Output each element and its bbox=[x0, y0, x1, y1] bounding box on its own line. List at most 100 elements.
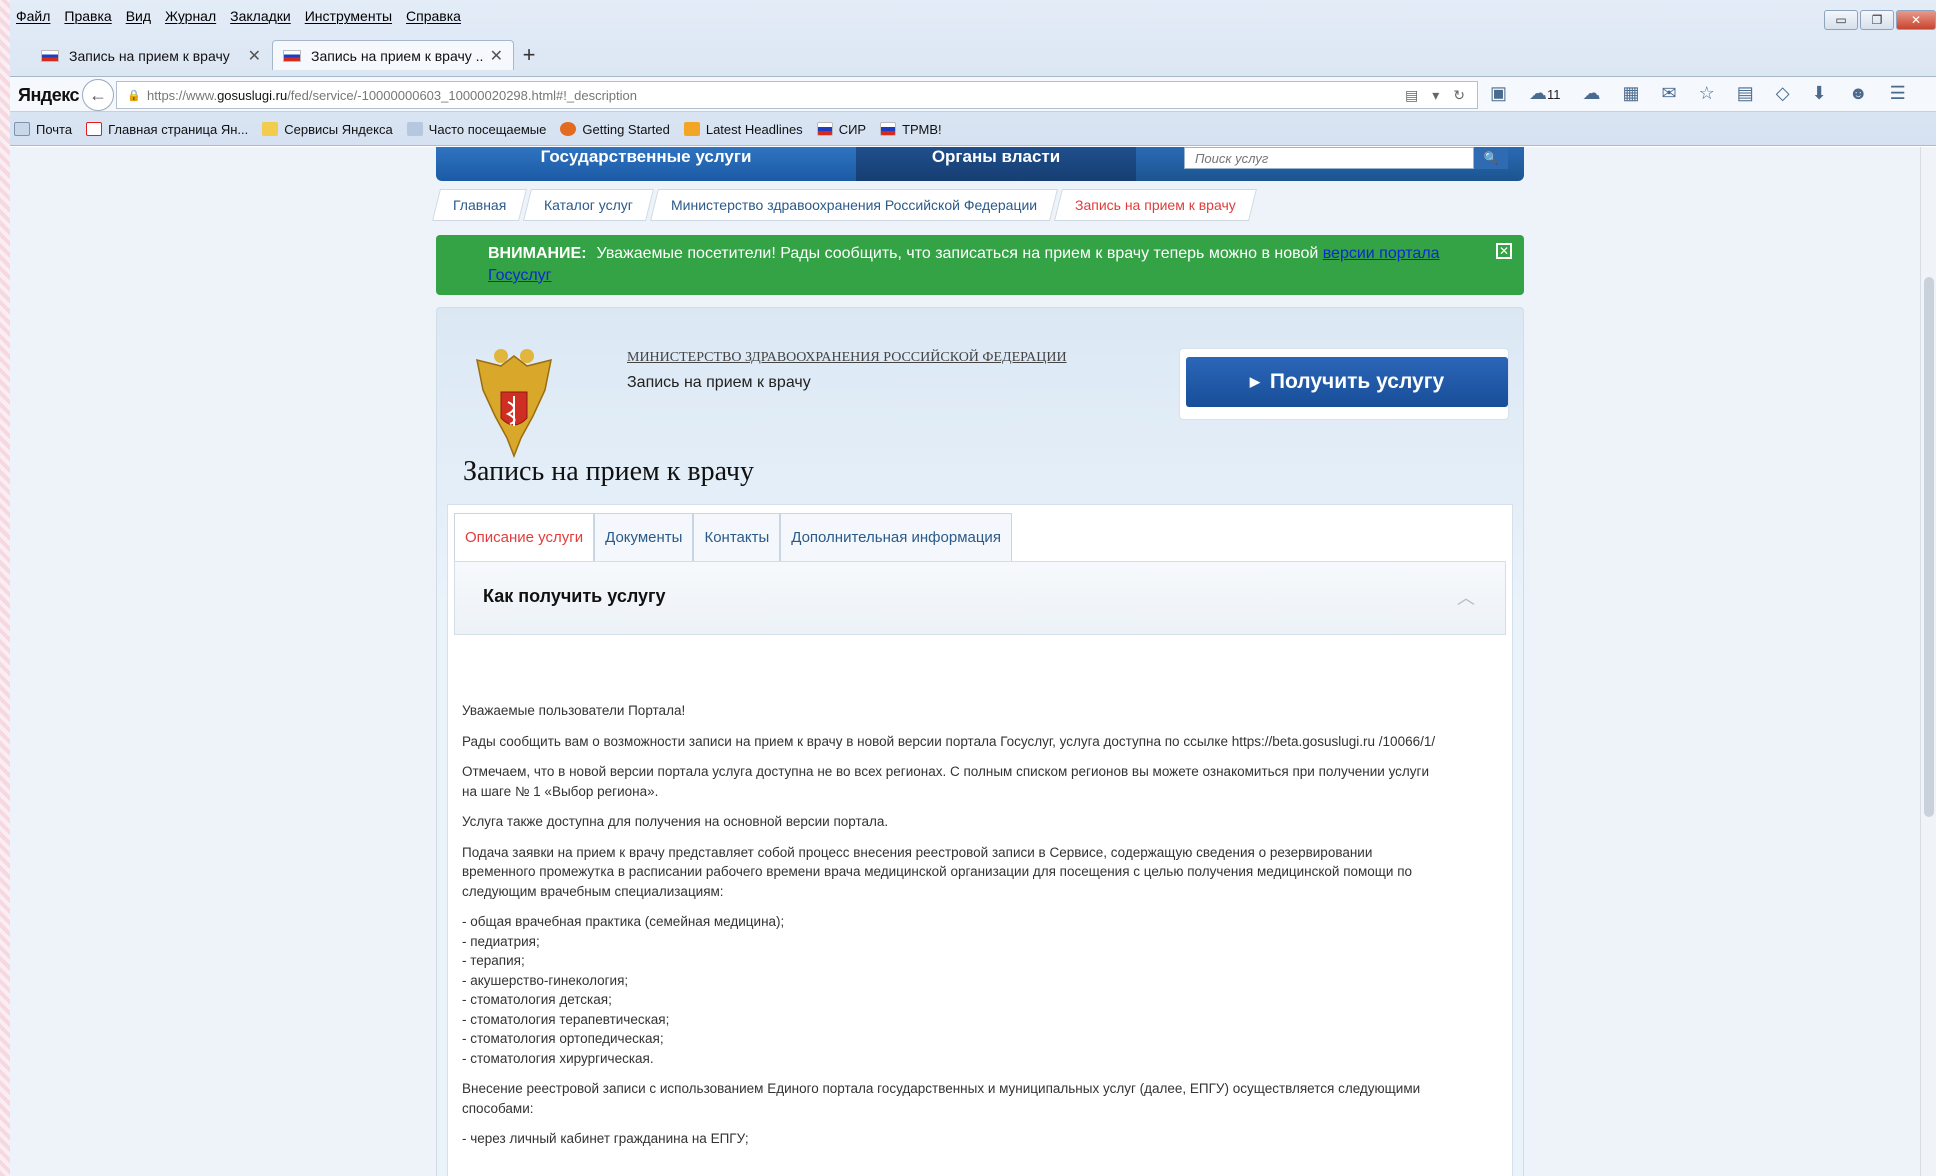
tab-description[interactable]: Описание услуги bbox=[454, 513, 595, 561]
bookmark-star-icon[interactable]: ☆ bbox=[1699, 83, 1715, 104]
nav-search-area: 🔍 bbox=[1136, 147, 1524, 181]
lock-icon: 🔒 bbox=[127, 90, 141, 102]
service-name: Запись на прием к врачу bbox=[627, 374, 811, 391]
menu-file[interactable]: Файл bbox=[16, 8, 50, 30]
bookmark-latest-headlines[interactable]: Latest Headlines bbox=[683, 121, 803, 137]
chat-icon[interactable]: ☻ bbox=[1849, 83, 1868, 104]
how-to-get-accordion[interactable]: Как получить услугу ︿ bbox=[454, 561, 1506, 635]
pocket-icon[interactable]: ◇ bbox=[1776, 83, 1790, 104]
url-text: https://www.gosuslugi.ru/fed/service/-10… bbox=[147, 88, 1405, 103]
breadcrumb-label: Каталог услуг bbox=[544, 197, 634, 213]
screenshot-icon[interactable]: ▣ bbox=[1490, 83, 1507, 104]
address-bar[interactable]: 🔒 https://www.gosuslugi.ru/fed/service/-… bbox=[116, 81, 1478, 109]
bookmark-most-visited[interactable]: Часто посещаемые bbox=[406, 121, 547, 137]
browser-tab[interactable]: Запись на прием к врачу ✕ bbox=[30, 40, 272, 70]
page-title: Запись на прием к врачу bbox=[463, 456, 754, 487]
breadcrumb: Главная Каталог услуг Министерство здрав… bbox=[432, 189, 1258, 221]
bookmark-sir[interactable]: СИР bbox=[816, 121, 867, 137]
menu-bookmarks[interactable]: Закладки bbox=[230, 8, 291, 30]
paragraph: Внесение реестровой записи с использован… bbox=[462, 1081, 1421, 1116]
scrollbar-thumb[interactable] bbox=[1924, 277, 1934, 817]
site-nav: Государственные услуги Органы власти 🔍 bbox=[436, 147, 1524, 181]
browser-chrome: Файл Правка Вид Журнал Закладки Инструме… bbox=[10, 0, 1936, 146]
address-bar-icons: ▤ ▾ ↻ bbox=[1405, 87, 1465, 104]
page-scrollbar[interactable] bbox=[1920, 147, 1936, 1176]
close-tab-icon[interactable]: ✕ bbox=[490, 46, 503, 66]
bookmark-label: Почта bbox=[36, 121, 73, 137]
breadcrumb-catalog[interactable]: Каталог услуг bbox=[523, 189, 655, 221]
ministry-link[interactable]: МИНИСТЕРСТВО ЗДРАВООХРАНЕНИЯ РОССИЙСКОЙ … bbox=[627, 350, 1067, 366]
bookmark-label: Getting Started bbox=[582, 121, 670, 137]
breadcrumb-ministry[interactable]: Министерство здравоохранения Российской … bbox=[650, 189, 1059, 221]
bookmark-label: Часто посещаемые bbox=[428, 121, 547, 137]
menu-edit[interactable]: Правка bbox=[64, 8, 111, 30]
nav-bar: Яндекс ← 🔒 https://www.gosuslugi.ru/fed/… bbox=[10, 76, 1936, 112]
close-window-button[interactable]: ✕ bbox=[1896, 10, 1936, 30]
back-button[interactable]: ← bbox=[82, 79, 114, 111]
tab-documents[interactable]: Документы bbox=[594, 513, 694, 561]
hamburger-menu-icon[interactable]: ☰ bbox=[1890, 83, 1906, 104]
bookmark-label: Главная страница Ян... bbox=[108, 121, 249, 137]
restore-button[interactable]: ❐ bbox=[1860, 10, 1894, 30]
search-button[interactable]: 🔍 bbox=[1474, 147, 1508, 169]
bookmark-yandex-services[interactable]: Сервисы Яндекса bbox=[262, 122, 393, 137]
dropdown-icon[interactable]: ▾ bbox=[1432, 87, 1439, 104]
service-tabs: Описание услуги Документы Контакты Допол… bbox=[454, 513, 1012, 561]
rss-icon bbox=[683, 122, 700, 136]
nav-services[interactable]: Государственные услуги bbox=[436, 147, 856, 181]
url-path: /fed/service/-10000000603_10000020298.ht… bbox=[287, 87, 638, 103]
bookmark-yandex-home[interactable]: Главная страница Ян... bbox=[86, 122, 248, 137]
yandex-logo-text: Яндекс bbox=[18, 85, 80, 105]
search-input[interactable] bbox=[1184, 147, 1474, 169]
chevron-up-icon[interactable]: ︿ bbox=[1457, 584, 1475, 610]
breadcrumb-label: Главная bbox=[453, 197, 507, 213]
menu-view[interactable]: Вид bbox=[126, 8, 151, 30]
new-tab-button[interactable]: + bbox=[514, 40, 544, 70]
menu-help[interactable]: Справка bbox=[406, 8, 461, 30]
menu-tools[interactable]: Инструменты bbox=[305, 8, 392, 30]
weather-temp: 11 bbox=[1547, 87, 1561, 102]
browser-tab-active[interactable]: Запись на прием к врачу ... ✕ bbox=[272, 40, 514, 70]
list-item: - общая врачебная практика (семейная мед… bbox=[462, 914, 785, 929]
sync-icon[interactable]: ☁ bbox=[1583, 83, 1601, 104]
bookmark-mail[interactable]: Почта bbox=[14, 122, 72, 137]
bookmark-label: СИР bbox=[838, 121, 867, 137]
accordion-title: Как получить услугу bbox=[483, 586, 666, 606]
toolbar-icons: ▣ ☁11 ☁ ▦ ✉ ☆ ▤ ◇ ⬇ ☻ ☰ bbox=[1490, 83, 1906, 104]
close-alert-icon[interactable]: ✕ bbox=[1496, 243, 1512, 259]
list-item: - акушерство-гинекология; bbox=[462, 972, 629, 988]
list-item: - стоматология ортопедическая; bbox=[462, 1031, 664, 1046]
reload-icon[interactable]: ↻ bbox=[1453, 87, 1465, 104]
breadcrumb-home[interactable]: Главная bbox=[432, 189, 528, 221]
coat-of-arms-icon bbox=[476, 349, 552, 459]
play-arrow-icon: ▶ bbox=[1249, 374, 1260, 389]
bookmark-getting-started[interactable]: Getting Started bbox=[560, 121, 670, 137]
minimize-button[interactable]: ▭ bbox=[1824, 10, 1858, 30]
breadcrumb-label: Министерство здравоохранения Российской … bbox=[671, 197, 1038, 213]
url-domain: gosuslugi.ru bbox=[217, 87, 288, 103]
bookmark-label: Latest Headlines bbox=[705, 121, 803, 137]
nav-authorities[interactable]: Органы власти bbox=[856, 147, 1136, 181]
gosuslugi-link[interactable]: Госуслуг bbox=[488, 267, 551, 284]
yandex-icon bbox=[86, 122, 103, 136]
tab-additional-info[interactable]: Дополнительная информация bbox=[780, 513, 1012, 561]
yandex-logo[interactable]: Яндекс bbox=[18, 85, 80, 106]
get-service-button[interactable]: ▶ Получить услугу bbox=[1186, 357, 1508, 407]
russia-flag-icon bbox=[41, 49, 59, 62]
alert-label: ВНИМАНИЕ: bbox=[488, 245, 587, 262]
tab-contacts[interactable]: Контакты bbox=[693, 513, 781, 561]
page-viewport: Государственные услуги Органы власти 🔍 Г… bbox=[10, 147, 1920, 1176]
new-portal-link[interactable]: версии портала bbox=[1323, 245, 1440, 262]
bookmarks-list-icon[interactable]: ▤ bbox=[1737, 83, 1754, 104]
bookmark-trmv[interactable]: ТРМВ! bbox=[880, 122, 942, 137]
mail-icon[interactable]: ✉ bbox=[1662, 83, 1677, 104]
bookmark-label: ТРМВ! bbox=[902, 121, 942, 137]
close-tab-icon[interactable]: ✕ bbox=[248, 46, 261, 66]
tab-title: Запись на прием к врачу bbox=[69, 47, 230, 64]
menu-history[interactable]: Журнал bbox=[165, 8, 216, 30]
reader-icon[interactable]: ▤ bbox=[1405, 87, 1418, 104]
weather-icon[interactable]: ☁11 bbox=[1529, 83, 1561, 104]
mail-icon bbox=[14, 122, 30, 136]
download-arrow-icon[interactable]: ⬇ bbox=[1812, 83, 1827, 104]
download-box-icon[interactable]: ▦ bbox=[1623, 83, 1640, 104]
